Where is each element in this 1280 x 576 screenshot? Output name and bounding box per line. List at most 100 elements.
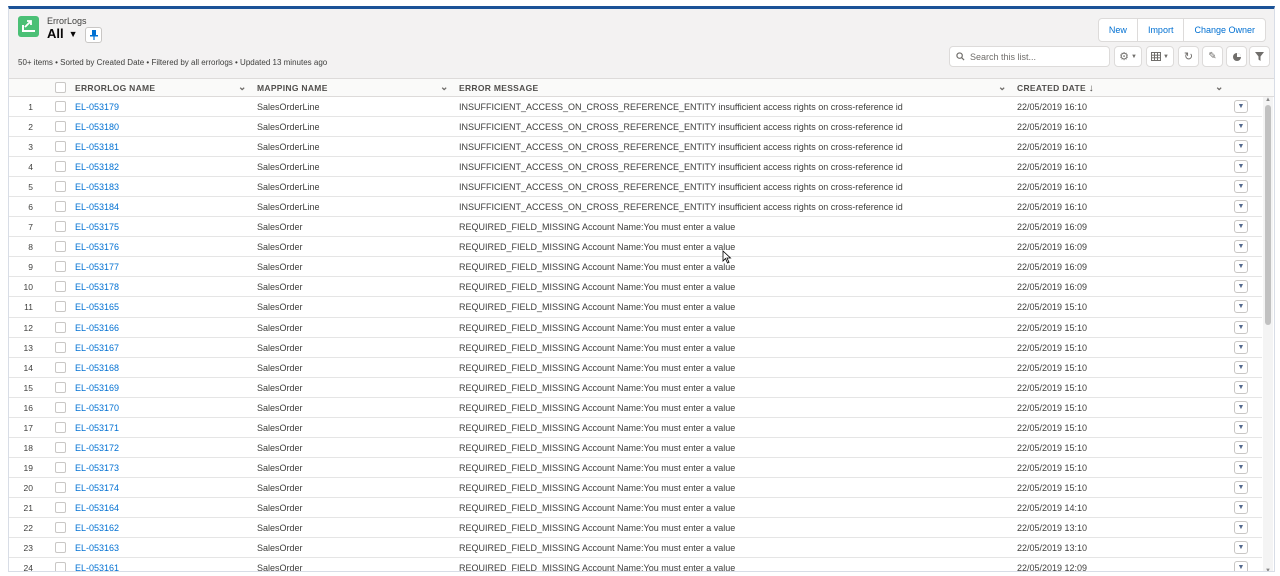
row-action-button[interactable]: ▼ — [1234, 380, 1248, 394]
row-action-button[interactable]: ▼ — [1234, 200, 1248, 214]
row-action-button[interactable]: ▼ — [1234, 561, 1248, 571]
errorlog-name-link[interactable]: EL-053177 — [75, 257, 119, 277]
display-as-button[interactable]: ▼ — [1146, 46, 1174, 67]
change-owner-button[interactable]: Change Owner — [1183, 19, 1265, 41]
row-action-button[interactable]: ▼ — [1234, 180, 1248, 194]
list-view-selector[interactable]: All ▼ — [47, 26, 78, 41]
row-checkbox[interactable] — [55, 381, 66, 394]
mapping-name: SalesOrderLine — [257, 202, 320, 213]
select-all-checkbox[interactable] — [55, 82, 66, 93]
chevron-down-icon[interactable]: ⌄ — [238, 79, 247, 97]
row-action-button[interactable]: ▼ — [1234, 220, 1248, 234]
row-checkbox[interactable] — [55, 101, 66, 113]
column-header-mapping[interactable]: MAPPING NAME — [257, 79, 328, 97]
row-number: 13 — [23, 342, 33, 353]
row-checkbox[interactable] — [55, 562, 66, 571]
errorlog-name-link[interactable]: EL-053165 — [75, 297, 119, 317]
row-checkbox[interactable] — [55, 461, 66, 474]
errorlog-name-link[interactable]: EL-053184 — [75, 197, 119, 217]
errorlog-name-link[interactable]: EL-053182 — [75, 157, 119, 177]
row-checkbox[interactable] — [55, 201, 66, 213]
column-header-error[interactable]: ERROR MESSAGE — [459, 79, 538, 97]
scroll-up-icon[interactable]: ▲ — [1265, 97, 1271, 103]
errorlog-name-link[interactable]: EL-053171 — [75, 418, 119, 438]
row-checkbox[interactable] — [55, 241, 66, 253]
errorlog-name-link[interactable]: EL-053163 — [75, 538, 119, 558]
row-checkbox[interactable] — [55, 221, 66, 233]
row-checkbox[interactable] — [55, 361, 66, 374]
row-checkbox[interactable] — [55, 521, 66, 534]
errorlog-name-link[interactable]: EL-053176 — [75, 237, 119, 257]
row-checkbox[interactable] — [55, 121, 66, 133]
errorlog-name-link[interactable]: EL-053161 — [75, 558, 119, 571]
row-checkbox[interactable] — [55, 542, 66, 554]
new-button[interactable]: New — [1099, 19, 1137, 41]
errorlog-name-link[interactable]: EL-053164 — [75, 498, 119, 518]
import-button[interactable]: Import — [1136, 19, 1184, 41]
row-checkbox[interactable] — [55, 161, 66, 173]
row-action-button[interactable]: ▼ — [1234, 500, 1248, 514]
row-action-button[interactable]: ▼ — [1234, 520, 1248, 534]
row-action-button[interactable]: ▼ — [1234, 160, 1248, 174]
row-action-button[interactable]: ▼ — [1234, 440, 1248, 454]
row-action-button[interactable]: ▼ — [1234, 420, 1248, 434]
errorlog-name-link[interactable]: EL-053173 — [75, 458, 119, 478]
row-checkbox[interactable] — [55, 501, 66, 514]
row-checkbox[interactable] — [55, 441, 66, 454]
row-action-button[interactable]: ▼ — [1234, 480, 1248, 494]
errorlog-name-link[interactable]: EL-053168 — [75, 358, 119, 378]
errorlog-name-link[interactable]: EL-053175 — [75, 217, 119, 237]
row-checkbox[interactable] — [55, 281, 66, 293]
vertical-scrollbar[interactable]: ▲ ▼ — [1263, 97, 1273, 571]
row-action-button[interactable]: ▼ — [1234, 340, 1248, 354]
row-checkbox[interactable] — [55, 481, 66, 494]
row-checkbox[interactable] — [55, 421, 66, 434]
errorlog-name-link[interactable]: EL-053180 — [75, 117, 119, 137]
errorlog-name-link[interactable]: EL-053172 — [75, 438, 119, 458]
filter-button[interactable] — [1249, 46, 1270, 67]
row-action-button[interactable]: ▼ — [1234, 300, 1248, 314]
pin-list-button[interactable] — [85, 27, 102, 43]
list-settings-button[interactable]: ⚙ ▼ — [1114, 46, 1142, 67]
scroll-down-icon[interactable]: ▼ — [1265, 568, 1271, 571]
errorlog-name-link[interactable]: EL-053169 — [75, 378, 119, 398]
errorlog-name-link[interactable]: EL-053170 — [75, 398, 119, 418]
errorlog-name-link[interactable]: EL-053181 — [75, 137, 119, 157]
row-checkbox[interactable] — [55, 321, 66, 334]
errorlog-name-link[interactable]: EL-053178 — [75, 277, 119, 297]
row-checkbox[interactable] — [55, 341, 66, 354]
row-action-button[interactable]: ▼ — [1234, 100, 1248, 113]
row-action-button[interactable]: ▼ — [1234, 541, 1248, 555]
row-action-button[interactable]: ▼ — [1234, 360, 1248, 374]
errorlog-name-link[interactable]: EL-053162 — [75, 518, 119, 538]
errorlog-name-link[interactable]: EL-053174 — [75, 478, 119, 498]
row-action-button[interactable]: ▼ — [1234, 320, 1248, 334]
column-header-name[interactable]: ERRORLOG NAME — [75, 79, 155, 97]
row-action-button[interactable]: ▼ — [1234, 140, 1248, 154]
row-checkbox[interactable] — [55, 301, 66, 313]
chart-button[interactable] — [1226, 46, 1247, 67]
row-checkbox[interactable] — [55, 401, 66, 414]
row-checkbox[interactable] — [55, 141, 66, 153]
row-action-button[interactable]: ▼ — [1234, 280, 1248, 294]
row-action-button[interactable]: ▼ — [1234, 120, 1248, 134]
inline-edit-button[interactable]: ✎ — [1202, 46, 1223, 67]
column-header-created[interactable]: CREATED DATE ↓ — [1017, 79, 1094, 97]
caret-down-icon: ▼ — [1237, 163, 1245, 171]
errorlog-name-link[interactable]: EL-053166 — [75, 318, 119, 338]
chevron-down-icon[interactable]: ⌄ — [440, 79, 449, 97]
search-input[interactable] — [970, 51, 1100, 62]
scroll-thumb[interactable] — [1265, 105, 1271, 325]
errorlog-name-link[interactable]: EL-053167 — [75, 338, 119, 358]
row-action-button[interactable]: ▼ — [1234, 240, 1248, 254]
errorlog-name-link[interactable]: EL-053179 — [75, 97, 119, 117]
errorlog-name-link[interactable]: EL-053183 — [75, 177, 119, 197]
row-action-button[interactable]: ▼ — [1234, 460, 1248, 474]
chevron-down-icon[interactable]: ⌄ — [998, 79, 1007, 97]
chevron-down-icon[interactable]: ⌄ — [1215, 79, 1224, 97]
row-action-button[interactable]: ▼ — [1234, 400, 1248, 414]
row-checkbox[interactable] — [55, 181, 66, 193]
row-checkbox[interactable] — [55, 261, 66, 273]
row-action-button[interactable]: ▼ — [1234, 260, 1248, 274]
refresh-button[interactable]: ↻ — [1178, 46, 1199, 67]
